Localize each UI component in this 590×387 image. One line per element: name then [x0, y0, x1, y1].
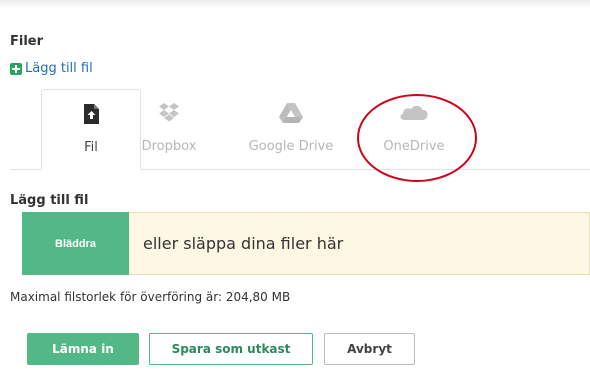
cancel-button[interactable]: Avbryt	[324, 333, 415, 365]
onedrive-icon	[399, 103, 429, 125]
upload-section-title: Lägg till fil	[10, 193, 89, 208]
add-file-link-label: Lägg till fil	[25, 61, 93, 76]
tab-onedrive[interactable]: OneDrive	[364, 89, 464, 170]
file-upload-icon	[83, 104, 99, 128]
section-title: Filer	[10, 34, 44, 49]
tab-onedrive-label: OneDrive	[383, 139, 445, 154]
tab-file-label: Fil	[84, 140, 98, 155]
tab-google-drive[interactable]: Google Drive	[241, 89, 341, 170]
max-file-size-note: Maximal filstorlek för överföring är: 20…	[10, 290, 291, 304]
drop-area[interactable]: eller släppa dina filer här	[129, 212, 590, 275]
tab-file[interactable]: Fil	[41, 89, 141, 170]
google-drive-icon	[279, 103, 303, 127]
file-dropzone[interactable]: Bläddra eller släppa dina filer här	[22, 212, 590, 275]
dropbox-icon	[158, 103, 180, 127]
add-file-link[interactable]: Lägg till fil	[10, 61, 93, 76]
drop-area-text: eller släppa dina filer här	[143, 234, 344, 253]
plus-square-icon	[10, 62, 22, 75]
top-shadow	[0, 0, 590, 8]
tab-google-drive-label: Google Drive	[248, 139, 334, 154]
submit-button[interactable]: Lämna in	[27, 333, 139, 365]
browse-button[interactable]: Bläddra	[22, 212, 129, 275]
save-draft-button[interactable]: Spara som utkast	[149, 333, 313, 365]
